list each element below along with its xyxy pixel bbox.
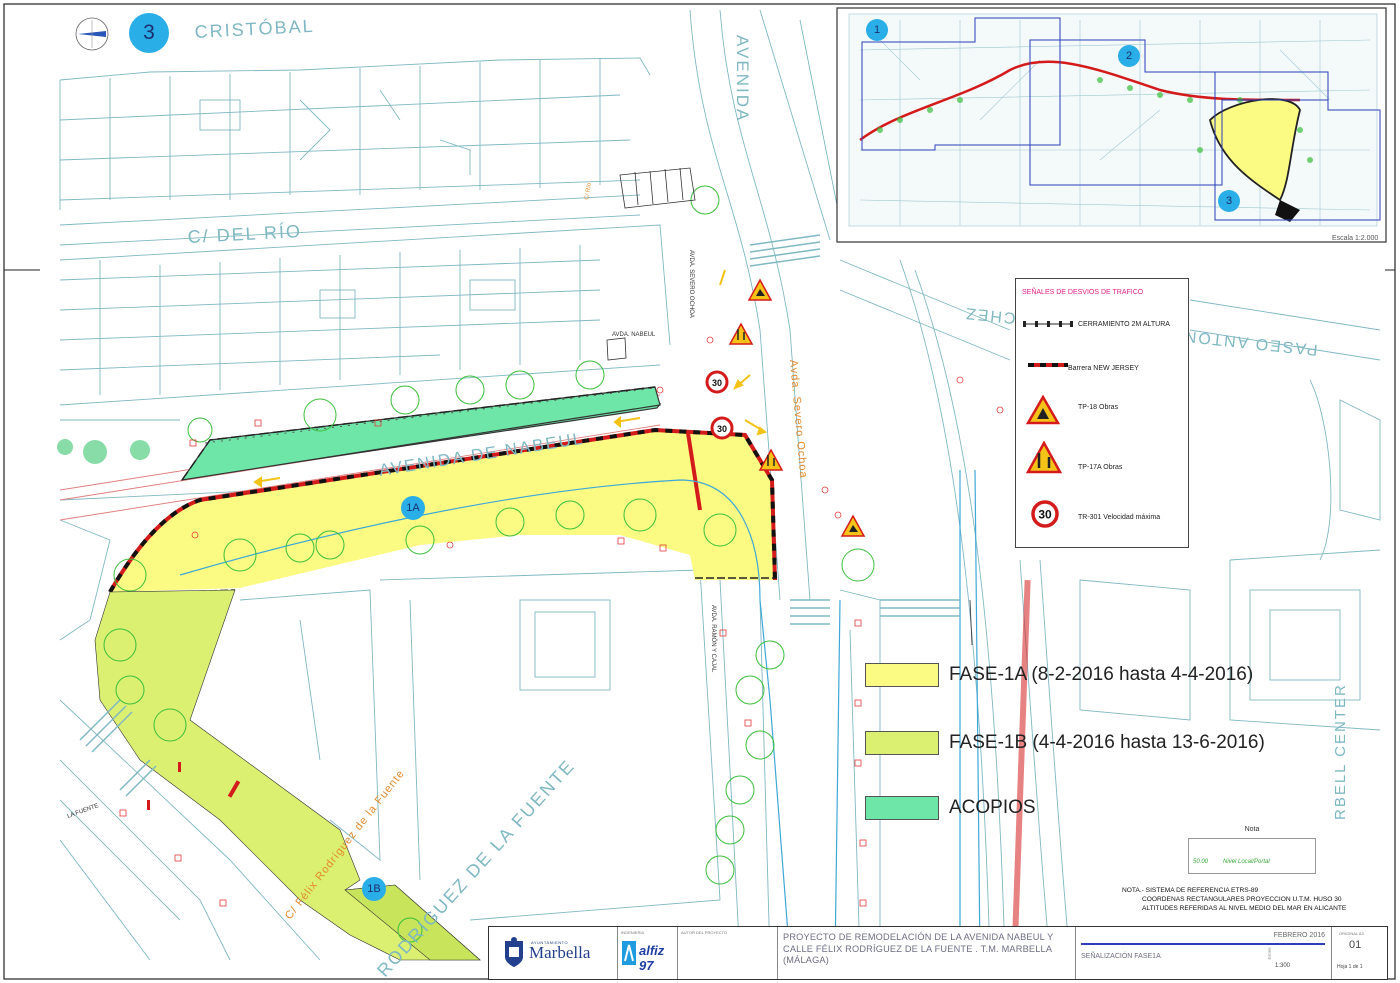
site-map: 30 30 30 CRISTÓBAL C/ DEL RÍO AVENIDA AV… [3, 3, 1396, 981]
street-la-fuente: LA FUENTE [67, 803, 100, 820]
inset-key-map [836, 7, 1387, 243]
legend-title: SEÑALES DE DESVIOS DE TRAFICO [1022, 289, 1144, 296]
city-name: Marbella [529, 943, 591, 962]
company-name: alfiz 97 [639, 943, 665, 973]
traffic-signs-legend: SEÑALES DE DESVIOS DE TRAFICO CERRAMIENT… [1015, 278, 1189, 548]
tp18-sign [840, 514, 866, 537]
legend-label-tr301: TR-301 Velocidad máxima [1078, 514, 1161, 521]
phase-swatch-1a [865, 663, 939, 687]
phase-1b-area [94, 589, 481, 961]
inset-marker-2: 2 [1118, 45, 1140, 67]
plan-number: 01 [1349, 939, 1362, 951]
reference-note-line: NOTA.- SISTEMA DE REFERENCIA ETRS-89 [1122, 887, 1259, 894]
tp18-sign [747, 278, 773, 301]
phase-marker-1a: 1A [401, 496, 425, 520]
phase-label-1b: FASE-1B (4-4-2016 hasta 13-6-2016) [949, 732, 1265, 753]
legend-label-tp18: TP-18 Obras [1078, 404, 1119, 411]
street-severo-ochoa-small: AVDA. SEVERO OCHOA [688, 250, 694, 318]
alfiz-logo-icon [622, 941, 636, 965]
project-date: FEBRERO 2016 [1273, 932, 1325, 939]
phase-label-1a: FASE-1A (8-2-2016 hasta 4-4-2016) [949, 664, 1254, 685]
inset-marker-1: 1 [866, 19, 888, 41]
street-avenida: AVENIDA [733, 35, 752, 122]
project-title: PROYECTO DE REMODELACIÓN DE LA AVENIDA N… [783, 932, 1054, 965]
palm-trees [57, 439, 150, 464]
street-cristobal: CRISTÓBAL [194, 15, 315, 42]
title-block-sheet-cell: FEBRERO 2016 SEÑALIZACIÓN FASE1A Escala … [1075, 927, 1332, 979]
sheet-title-rule [1081, 943, 1325, 945]
inset-marker-3: 3 [1218, 190, 1240, 212]
nota-box: Nota 50.00 Nivel Local/Portal [1188, 826, 1316, 874]
phase-swatch-acopios [865, 796, 939, 820]
roadworks-sign-icon [1026, 395, 1060, 425]
phase-marker-1b: 1B [362, 877, 386, 901]
phase-legend-acopios: ACOPIOS [865, 796, 1036, 820]
scale-value: 1:300 [1275, 963, 1291, 969]
autor-label: AUTOR DEL PROYECTO [681, 930, 728, 935]
street-del-rio: C/ DEL RÍO [187, 221, 302, 247]
sheet-count: Hoja 1 de 1 [1337, 964, 1363, 970]
legend-label-barrier: Barrera NEW JERSEY [1068, 365, 1139, 372]
fence-icon [1023, 321, 1073, 327]
tp17a-sign [758, 448, 784, 471]
tp17a-sign [728, 322, 754, 345]
title-block-project-cell: PROYECTO DE REMODELACIÓN DE LA AVENIDA N… [777, 927, 1076, 979]
title-block-logo-cell: AYUNTAMIENTO Marbella [489, 927, 618, 979]
escala-label: Escala [1266, 947, 1272, 960]
north-arrow-icon [75, 17, 109, 51]
nota-title: Nota [1244, 826, 1260, 833]
phase-legend-1a: FASE-1A (8-2-2016 hasta 4-4-2016) [865, 663, 1253, 687]
ingenieria-label: INGENIERIA [621, 930, 645, 935]
sheet-title: SEÑALIZACIÓN FASE1A [1081, 953, 1161, 960]
marbella-coat-of-arms-icon [505, 937, 523, 967]
legend-label-tp17a: TP-17A Obras [1078, 464, 1123, 471]
phase-label-acopios: ACOPIOS [949, 797, 1036, 818]
nota-label: Nivel Local/Portal [1223, 859, 1270, 865]
building-blocks [59, 57, 671, 406]
speed-limit-icon: 30 [1031, 500, 1059, 528]
street-severo-ochoa: Avda. Severo Ochoa [787, 359, 809, 479]
street-marbell-center: RBELL CENTER [1332, 683, 1349, 820]
nota-value: 50.00 [1193, 859, 1209, 865]
reference-note: NOTA.- SISTEMA DE REFERENCIA ETRS-89 COO… [1122, 886, 1384, 913]
speed-limit-value: 30 [1038, 508, 1052, 522]
reference-note-line: ALTITUDES REFERIDAS AL NIVEL MEDIO DEL M… [1142, 905, 1347, 912]
phase-swatch-1b [865, 731, 939, 755]
title-block-number-cell: ORIGINAL A3 01 Hoja 1 de 1 [1331, 927, 1387, 979]
title-block: AYUNTAMIENTO Marbella INGENIERIA alfiz 9… [488, 926, 1388, 980]
reference-note-line: COORDENAS RECTANGULARES PROYECCION U.T.M… [1142, 896, 1342, 903]
legend-label-fence: CERRAMIENTO 2M ALTURA [1078, 321, 1170, 328]
street-ramon-cajal: AVDA. RAMÓN Y CAJAL [710, 605, 717, 673]
speed-limit-sign: 30 [705, 370, 729, 394]
title-block-company-cell: INGENIERIA alfiz 97 [617, 927, 678, 979]
phase-legend-1b: FASE-1B (4-4-2016 hasta 13-6-2016) [865, 731, 1265, 755]
plan-label: ORIGINAL A3 [1339, 931, 1364, 936]
red-markers [147, 580, 1031, 960]
inset-scale: Escala 1:2.000 [1332, 235, 1378, 242]
speed-limit-value: 30 [717, 424, 727, 434]
speed-limit-value: 30 [712, 378, 722, 388]
narrowing-sign-icon [1026, 441, 1062, 474]
title-block-author-cell: AUTOR DEL PROYECTO [677, 927, 778, 979]
barrier-icon [1028, 363, 1068, 367]
sheet-badge: 3 [129, 13, 169, 53]
speed-limit-sign: 30 [710, 416, 734, 440]
street-nabeul-small: AVDA. NABEUL [612, 332, 656, 338]
